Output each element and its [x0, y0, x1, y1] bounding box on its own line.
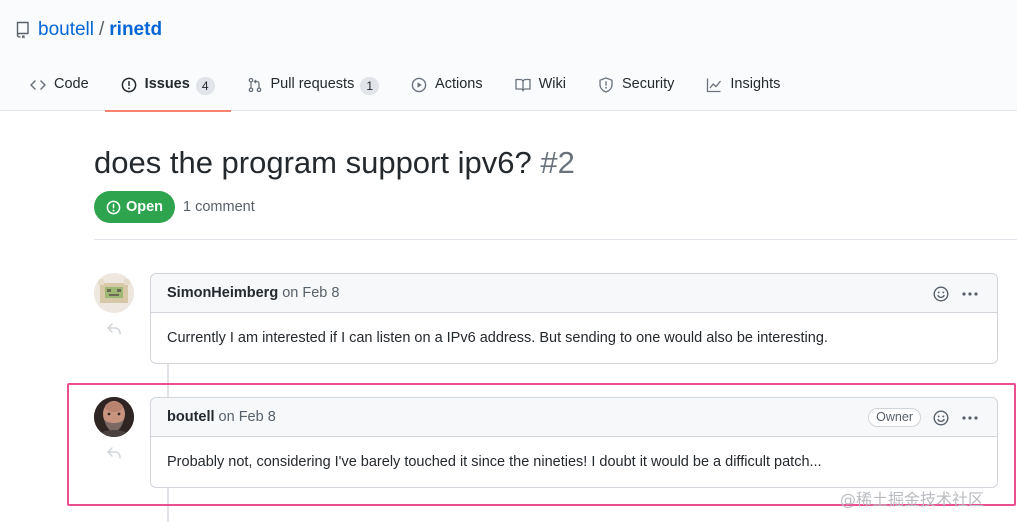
watermark: @稀土掘金技术社区: [840, 490, 985, 509]
repo-icon: [16, 21, 29, 39]
repo-owner-link[interactable]: boutell: [38, 19, 94, 41]
comment-body: Currently I am interested if I can liste…: [167, 330, 828, 346]
tab-actions-label: Actions: [435, 76, 483, 92]
tab-code-label: Code: [54, 76, 89, 92]
tab-pull-requests[interactable]: Pull requests 1: [231, 66, 396, 111]
issue-opened-icon: [121, 77, 137, 93]
header-divider: [94, 239, 1017, 240]
git-pull-request-icon: [248, 77, 261, 93]
play-icon: [411, 77, 427, 93]
avatar[interactable]: [94, 273, 134, 313]
graph-icon: [707, 78, 722, 93]
repo-header: boutell / rinetd Code Issues 4 Pull requ…: [0, 0, 1017, 112]
tab-actions[interactable]: Actions: [395, 66, 499, 111]
tab-code[interactable]: Code: [14, 66, 105, 111]
code-icon: [30, 80, 46, 90]
tab-issues[interactable]: Issues 4: [104, 66, 231, 112]
comment-actions: [933, 274, 979, 313]
issue-number: #2: [540, 145, 575, 180]
issues-count-badge: 4: [195, 77, 215, 95]
repo-separator: /: [99, 19, 105, 40]
tab-insights[interactable]: Insights: [690, 66, 796, 111]
issue-opened-icon: [106, 200, 121, 214]
comment-header: SimonHeimberg on Feb 8: [151, 274, 997, 313]
comment-simonheimberg: SimonHeimberg on Feb 8 Currently I am in…: [150, 273, 998, 364]
book-icon: [514, 78, 531, 92]
comment-date-link[interactable]: on Feb 8: [282, 285, 339, 301]
reply-icon[interactable]: [106, 322, 122, 336]
comment-count: 1 comment: [183, 199, 255, 215]
issue-state-badge: Open: [94, 191, 175, 223]
tab-security-label: Security: [621, 76, 675, 92]
tab-wiki[interactable]: Wiki: [499, 66, 582, 111]
tab-issues-label: Issues: [144, 76, 190, 92]
pull-requests-count-badge: 1: [360, 77, 380, 95]
issue-title-text: does the program support ipv6?: [94, 145, 532, 180]
shield-icon: [599, 77, 613, 93]
repo-nav-tabs: Code Issues 4 Pull requests 1 Actions Wi…: [14, 66, 796, 112]
smiley-icon[interactable]: [933, 285, 949, 302]
tab-wiki-label: Wiki: [538, 76, 566, 92]
tab-pull-requests-label: Pull requests: [270, 76, 355, 92]
tab-insights-label: Insights: [730, 76, 781, 92]
issue-title: does the program support ipv6? #2: [94, 145, 575, 181]
kebab-horizontal-icon[interactable]: [961, 286, 979, 302]
avatar-identicon: [94, 273, 134, 313]
repo-name-link[interactable]: rinetd: [109, 19, 162, 41]
issue-state-label: Open: [125, 199, 164, 215]
repo-title: boutell / rinetd: [16, 19, 162, 41]
comment-author-link[interactable]: SimonHeimberg: [167, 285, 278, 301]
tab-security[interactable]: Security: [582, 66, 690, 111]
